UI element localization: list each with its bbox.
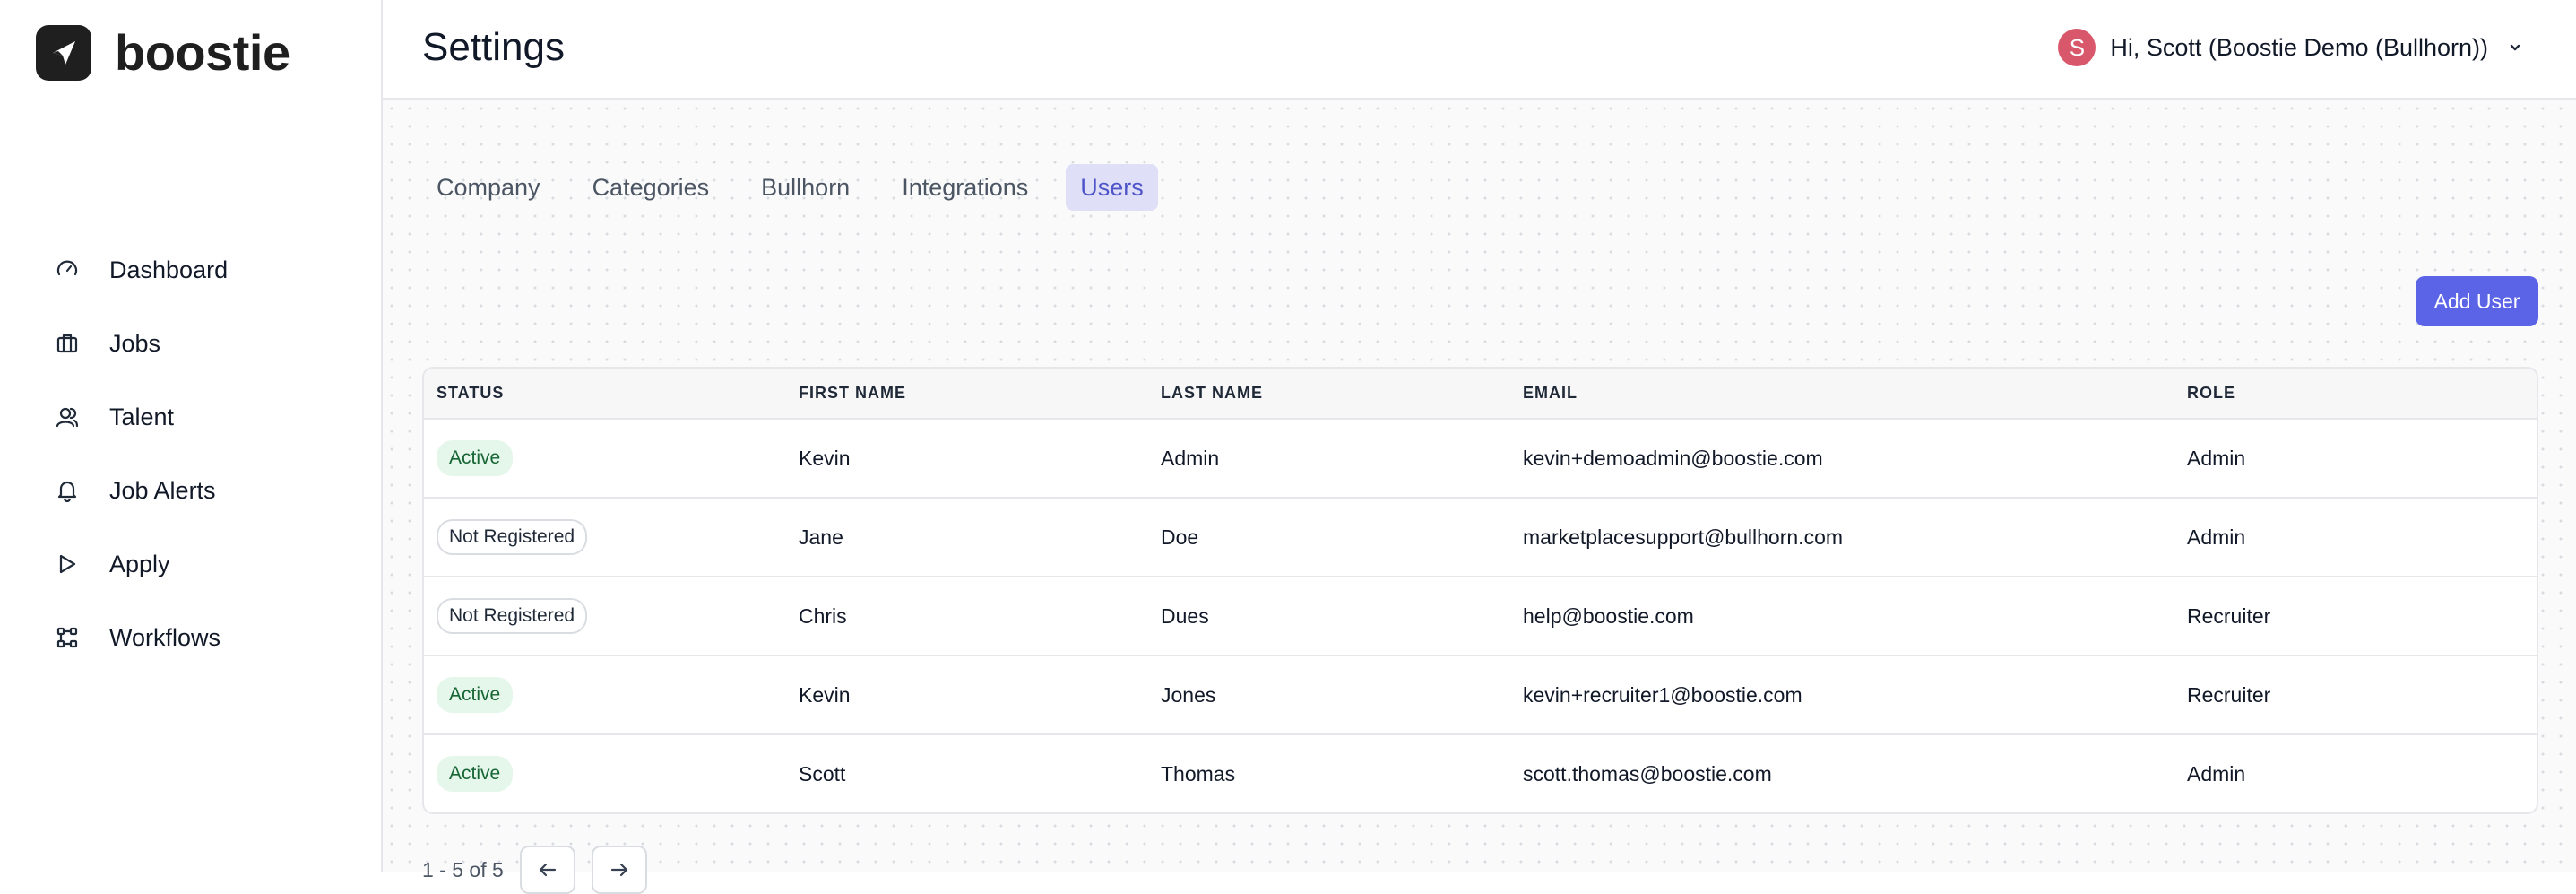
sidebar-item-dashboard[interactable]: Dashboard: [0, 233, 381, 307]
sidebar-item-job-alerts[interactable]: Job Alerts: [0, 454, 381, 527]
arrow-left-icon: [539, 863, 556, 877]
status-cell: Active: [437, 677, 514, 713]
next-page-button[interactable]: [591, 846, 647, 894]
sidebar-item-label: Job Alerts: [109, 476, 216, 504]
boostie-logo-icon: [36, 24, 91, 81]
sidebar-item-label: Workflows: [109, 623, 221, 651]
role-cell: Admin: [2187, 761, 2246, 786]
settings-main: Company Categories Bullhorn Integrations…: [383, 100, 2576, 894]
first-name-cell: Scott: [799, 761, 846, 786]
tab-bullhorn[interactable]: Bullhorn: [747, 164, 864, 211]
status-cell: Active: [437, 440, 514, 476]
email-cell: scott.thomas@boostie.com: [1523, 761, 1772, 786]
sidebar-nav: Dashboard Jobs Talent Job Alerts Apply W…: [0, 233, 381, 674]
status-badge: Not Registered: [437, 519, 588, 555]
email-cell: kevin+demoadmin@boostie.com: [1523, 446, 1823, 470]
first-name-cell: Jane: [799, 525, 843, 549]
previous-page-button[interactable]: [519, 846, 575, 894]
tab-integrations[interactable]: Integrations: [887, 164, 1042, 211]
table-header: STATUS FIRST NAME LAST NAME EMAIL ROLE: [424, 369, 2537, 420]
status-cell: Active: [437, 756, 514, 792]
sidebar-item-label: Jobs: [109, 329, 161, 357]
role-cell: Admin: [2187, 525, 2246, 549]
role-cell: Recruiter: [2187, 603, 2271, 628]
sidebar-item-talent[interactable]: Talent: [0, 380, 381, 454]
column-header-last-name[interactable]: LAST NAME: [1161, 384, 1263, 403]
brand[interactable]: boostie: [36, 23, 290, 82]
arrow-right-icon: [610, 863, 627, 877]
workflow-nodes-icon: [54, 624, 81, 651]
settings-tabs: Company Categories Bullhorn Integrations…: [422, 164, 1181, 211]
email-cell: help@boostie.com: [1523, 603, 1694, 628]
table-row[interactable]: Active Kevin Admin kevin+demoadmin@boost…: [424, 420, 2537, 499]
sidebar-item-apply[interactable]: Apply: [0, 527, 381, 601]
first-name-cell: Kevin: [799, 446, 851, 470]
first-name-cell: Chris: [799, 603, 847, 628]
column-header-role[interactable]: ROLE: [2187, 384, 2235, 403]
status-cell: Not Registered: [437, 519, 588, 555]
status-badge: Active: [437, 440, 514, 476]
top-header: Settings S Hi, Scott (Boostie Demo (Bull…: [383, 0, 2576, 100]
dashboard-gauge-icon: [54, 256, 81, 283]
last-name-cell: Dues: [1161, 603, 1209, 628]
avatar: S: [2058, 29, 2096, 66]
last-name-cell: Jones: [1161, 682, 1216, 707]
first-name-cell: Kevin: [799, 682, 851, 707]
status-badge: Active: [437, 756, 514, 792]
pagination-range: 1 - 5 of 5: [422, 857, 504, 881]
last-name-cell: Thomas: [1161, 761, 1236, 786]
sidebar-item-label: Apply: [109, 550, 170, 577]
briefcase-icon: [54, 330, 81, 357]
table-row[interactable]: Active Scott Thomas scott.thomas@boostie…: [424, 735, 2537, 812]
last-name-cell: Doe: [1161, 525, 1199, 549]
status-badge: Not Registered: [437, 598, 588, 634]
sidebar-item-workflows[interactable]: Workflows: [0, 601, 381, 674]
sidebar-item-label: Dashboard: [109, 256, 229, 283]
users-table: STATUS FIRST NAME LAST NAME EMAIL ROLE A…: [422, 367, 2538, 814]
tab-company[interactable]: Company: [422, 164, 555, 211]
page-title: Settings: [422, 25, 565, 69]
table-row[interactable]: Not Registered Jane Doe marketplacesuppo…: [424, 499, 2537, 577]
column-header-first-name[interactable]: FIRST NAME: [799, 384, 906, 403]
table-row[interactable]: Not Registered Chris Dues help@boostie.c…: [424, 577, 2537, 656]
sidebar-item-jobs[interactable]: Jobs: [0, 307, 381, 380]
bell-icon: [54, 477, 81, 504]
status-cell: Not Registered: [437, 598, 588, 634]
role-cell: Recruiter: [2187, 682, 2271, 707]
chevron-down-icon[interactable]: [2508, 42, 2522, 53]
user-greeting: Hi, Scott (Boostie Demo (Bullhorn)): [2110, 33, 2488, 61]
sidebar: boostie Dashboard Jobs Talent Job Alerts…: [0, 0, 383, 872]
column-header-email[interactable]: EMAIL: [1523, 384, 1578, 403]
email-cell: kevin+recruiter1@boostie.com: [1523, 682, 1802, 707]
status-badge: Active: [437, 677, 514, 713]
brand-name: boostie: [115, 24, 290, 81]
tab-categories[interactable]: Categories: [578, 164, 724, 211]
add-user-button[interactable]: Add User: [2416, 276, 2538, 326]
pagination: 1 - 5 of 5: [422, 846, 647, 894]
role-cell: Admin: [2187, 446, 2246, 470]
last-name-cell: Admin: [1161, 446, 1220, 470]
email-cell: marketplacesupport@bullhorn.com: [1523, 525, 1844, 549]
sidebar-item-label: Talent: [109, 403, 175, 430]
play-arrow-icon: [54, 551, 81, 577]
user-menu[interactable]: S Hi, Scott (Boostie Demo (Bullhorn)): [2058, 29, 2522, 66]
users-icon: [54, 404, 81, 430]
tab-users[interactable]: Users: [1066, 164, 1158, 211]
table-row[interactable]: Active Kevin Jones kevin+recruiter1@boos…: [424, 656, 2537, 735]
column-header-status[interactable]: STATUS: [437, 384, 504, 403]
